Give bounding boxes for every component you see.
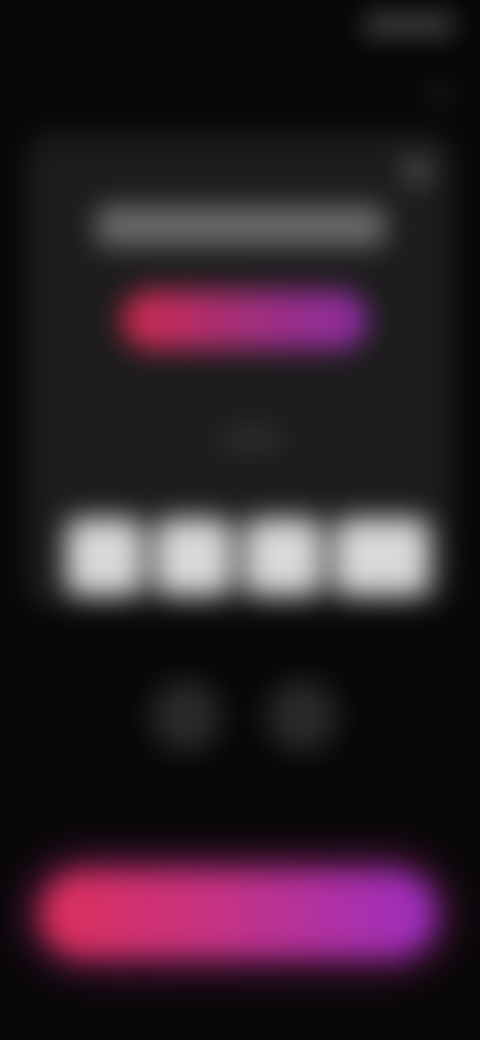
blurred-content <box>0 0 480 1040</box>
countdown-block <box>244 518 322 596</box>
action-icon[interactable] <box>266 680 338 752</box>
action-icons-row <box>150 680 340 752</box>
close-icon[interactable] <box>404 158 430 184</box>
status-bar <box>0 0 480 60</box>
card-title <box>96 206 386 246</box>
countdown-block <box>66 518 144 596</box>
more-icon[interactable] <box>432 86 446 100</box>
battery-icon <box>428 18 450 32</box>
countdown-block <box>333 518 430 596</box>
primary-cta-button[interactable] <box>40 870 436 958</box>
offer-card <box>26 132 454 608</box>
countdown-blocks <box>66 518 430 596</box>
action-icon[interactable] <box>150 680 222 752</box>
status-icons <box>368 18 450 32</box>
price-badge <box>122 290 368 350</box>
signal-icon <box>368 18 390 32</box>
app-screen <box>0 0 480 1040</box>
countdown-label <box>222 432 280 446</box>
countdown-timer <box>180 452 304 490</box>
wifi-icon <box>398 18 420 32</box>
countdown-block <box>155 518 233 596</box>
